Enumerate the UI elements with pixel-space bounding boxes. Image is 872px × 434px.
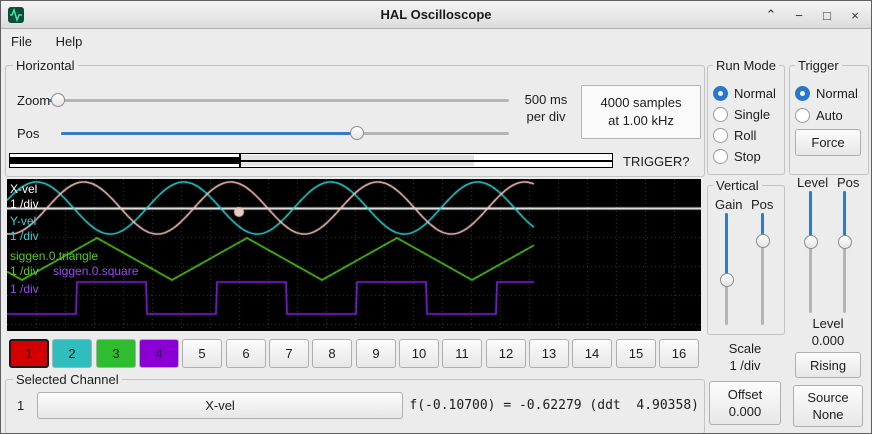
channel-button-13[interactable]: 13: [529, 339, 569, 368]
trigger-hint-label: TRIGGER?: [623, 154, 689, 169]
trigger-auto-radio[interactable]: Auto: [795, 107, 843, 123]
radio-icon: [713, 149, 728, 164]
scale-label: Scale: [707, 341, 783, 356]
waveform-canvas[interactable]: [7, 179, 701, 331]
trigger-level-value: 0.000: [789, 333, 867, 348]
trace-label: 1 /div: [10, 265, 39, 278]
timeline-baseline: [239, 160, 612, 162]
shade-button[interactable]: ⌃: [763, 7, 779, 23]
channel-button-8[interactable]: 8: [312, 339, 352, 368]
menubar: File Help: [1, 29, 871, 55]
function-readout: f(-0.10700) = -0.62279 (ddt 4.90358): [399, 398, 699, 413]
menu-help[interactable]: Help: [46, 29, 93, 54]
channel-button-15[interactable]: 15: [616, 339, 656, 368]
horizontal-group-label: Horizontal: [13, 58, 78, 73]
offset-button[interactable]: Offset 0.000: [709, 381, 781, 425]
trigger-normal-radio[interactable]: Normal: [795, 85, 858, 101]
selected-channel-name-button[interactable]: X-vel: [37, 392, 403, 419]
trigger-pos-thumb[interactable]: [838, 235, 852, 249]
selected-channel-group-label: Selected Channel: [13, 372, 122, 387]
vertical-pos-thumb[interactable]: [756, 234, 770, 248]
maximize-button[interactable]: □: [819, 8, 835, 23]
radio-label: Single: [734, 107, 770, 122]
gain-label: Gain: [715, 197, 742, 212]
radio-label: Auto: [816, 108, 843, 123]
run-mode-roll-radio[interactable]: Roll: [713, 127, 756, 143]
channel-button-2[interactable]: 2: [52, 339, 92, 368]
force-button[interactable]: Force: [795, 129, 861, 156]
recorded-data-bar: [10, 157, 239, 164]
run-mode-group-label: Run Mode: [713, 58, 779, 73]
radio-icon: [713, 128, 728, 143]
pos-slider-fill: [61, 132, 357, 135]
close-button[interactable]: ×: [847, 8, 863, 23]
gain-thumb[interactable]: [720, 273, 734, 287]
run-mode-stop-radio[interactable]: Stop: [713, 148, 761, 164]
trigger-level-slider[interactable]: [803, 191, 819, 313]
radio-icon: [795, 86, 810, 101]
trace-label: siggen.0.triangle: [10, 250, 98, 263]
trigger-edge-button[interactable]: Rising: [795, 352, 861, 378]
window-controls: ⌃ − □ ×: [763, 1, 863, 29]
radio-icon: [713, 86, 728, 101]
vertical-pos-slider[interactable]: [755, 213, 771, 325]
trace-label: 1 /div: [10, 230, 39, 243]
trigger-level-thumb[interactable]: [804, 235, 818, 249]
channel-button-16[interactable]: 16: [659, 339, 699, 368]
vertical-group-label: Vertical: [713, 178, 762, 193]
trigger-source-button[interactable]: Source None: [793, 385, 863, 427]
trace-label: 1 /div: [10, 198, 39, 211]
zoom-label: Zoom: [17, 93, 50, 108]
minimize-button[interactable]: −: [791, 8, 807, 23]
trigger-level-label: Level: [797, 175, 828, 190]
channel-button-14[interactable]: 14: [572, 339, 612, 368]
radio-icon: [795, 108, 810, 123]
trace-label: 1 /div: [10, 283, 39, 296]
zoom-slider-track: [49, 99, 509, 102]
channel-button-7[interactable]: 7: [269, 339, 309, 368]
radio-label: Normal: [816, 86, 858, 101]
run-mode-single-radio[interactable]: Single: [713, 106, 770, 122]
selected-channel-number: 1: [17, 398, 24, 413]
trace-label: siggen.0.square: [53, 265, 138, 278]
channel-button-12[interactable]: 12: [486, 339, 526, 368]
pos-label: Pos: [17, 126, 39, 141]
window-title: HAL Oscilloscope: [1, 1, 871, 29]
pos-slider-thumb[interactable]: [350, 126, 364, 140]
trigger-level-readout-label: Level: [789, 316, 867, 331]
channel-button-3[interactable]: 3: [96, 339, 136, 368]
radio-label: Normal: [734, 86, 776, 101]
gain-slider[interactable]: [719, 213, 735, 325]
zoom-slider-thumb[interactable]: [51, 93, 65, 107]
channel-button-1[interactable]: 1: [9, 339, 49, 368]
trigger-group-label: Trigger: [795, 58, 842, 73]
trigger-pos-label: Pos: [837, 175, 859, 190]
channel-button-11[interactable]: 11: [442, 339, 482, 368]
run-mode-normal-radio[interactable]: Normal: [713, 85, 776, 101]
vertical-pos-label: Pos: [751, 197, 773, 212]
scale-value: 1 /div: [707, 358, 783, 373]
gain-fill: [725, 213, 728, 280]
samples-readout: 4000 samples at 1.00 kHz: [581, 85, 701, 139]
channel-button-5[interactable]: 5: [182, 339, 222, 368]
scope-display[interactable]: X-vel 1 /div Y-vel 1 /div siggen.0.triangle 1…: [7, 179, 701, 331]
channel-button-10[interactable]: 10: [399, 339, 439, 368]
hal-oscilloscope-window: HAL Oscilloscope ⌃ − □ × File Help Horiz…: [0, 0, 872, 434]
menu-file[interactable]: File: [1, 29, 42, 54]
radio-label: Stop: [734, 149, 761, 164]
time-per-div-readout: 500 ms per div: [515, 91, 577, 125]
channel-button-9[interactable]: 9: [356, 339, 396, 368]
trace-label: Y-vel: [10, 215, 36, 228]
channel-button-4[interactable]: 4: [139, 339, 179, 368]
channel-button-6[interactable]: 6: [226, 339, 266, 368]
trigger-pos-slider[interactable]: [837, 191, 853, 313]
horizontal-pos-slider[interactable]: [61, 125, 509, 141]
trace-label: X-vel: [10, 183, 37, 196]
radio-icon: [713, 107, 728, 122]
zoom-slider[interactable]: [49, 92, 509, 108]
radio-label: Roll: [734, 128, 756, 143]
record-overview-bar[interactable]: [9, 153, 613, 168]
titlebar: HAL Oscilloscope ⌃ − □ ×: [1, 1, 871, 29]
